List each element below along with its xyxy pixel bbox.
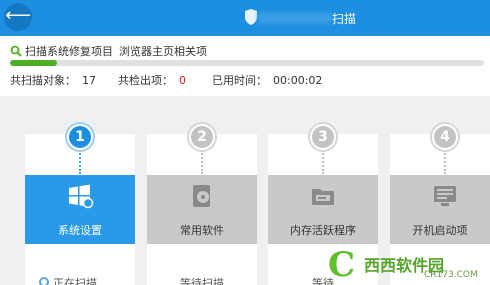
- scan-stats: 共扫描对象： 17 共检出项： 0 已用时间： 00:00:02: [10, 72, 480, 88]
- step-label: 常用软件: [180, 224, 224, 237]
- step-connector: [444, 150, 446, 174]
- step-number-badge: 1: [65, 122, 95, 152]
- stat-label: 共检出项：: [118, 74, 173, 87]
- windows-icon: [69, 184, 94, 209]
- startup-icon: [434, 186, 456, 206]
- scan-item: 浏览器主页相关项: [119, 45, 207, 58]
- blurred-title: [258, 12, 332, 24]
- scan-status-panel: 扫描系统修复项目 浏览器主页相关项 共扫描对象： 17 共检出项： 0 已用时间： 00…: [0, 36, 490, 96]
- stat-value: 17: [82, 74, 96, 87]
- title-bar: ⟵ 扫描: [0, 0, 490, 36]
- step-card-common-software[interactable]: 常用软件 等待扫描: [147, 134, 257, 285]
- step-label: 系统设置: [58, 224, 102, 237]
- back-button[interactable]: ⟵: [4, 3, 32, 31]
- step-number-badge: 2: [187, 122, 217, 152]
- step-number-badge: 4: [430, 122, 460, 152]
- step-card-system-settings[interactable]: 系统设置 正在扫描: [25, 134, 135, 285]
- step-label: 内存活跃程序: [290, 224, 356, 237]
- step-tile: 内存活跃程序: [268, 175, 378, 244]
- stat-elapsed: 已用时间： 00:00:02: [212, 72, 322, 88]
- search-icon: [10, 45, 22, 57]
- scan-current-item: 扫描系统修复项目 浏览器主页相关项: [25, 43, 207, 59]
- watermark-logo-icon: C: [328, 245, 356, 285]
- site-watermark: C 西西软件园 CR173.COM: [328, 248, 488, 284]
- memory-program-icon: [312, 189, 334, 205]
- scan-progress-bar: [10, 60, 484, 66]
- step-number-badge: 3: [308, 122, 338, 152]
- step-connector: [79, 150, 81, 174]
- step-label: 开机启动项: [412, 224, 468, 237]
- step-tile: 常用软件: [147, 175, 257, 244]
- step-connector: [201, 150, 203, 174]
- step-connector: [322, 150, 324, 174]
- scan-label: 扫描系统修复项目: [25, 45, 113, 58]
- progress-fill: [10, 60, 58, 66]
- step-tile: 开机启动项: [390, 175, 490, 244]
- stat-found: 共检出项： 0: [118, 72, 186, 88]
- step-tile: 系统设置: [25, 175, 135, 244]
- stat-label: 共扫描对象：: [10, 74, 76, 87]
- stat-value: 0: [179, 74, 186, 87]
- software-icon: [193, 185, 210, 207]
- shield-icon: [245, 9, 257, 25]
- stat-label: 已用时间：: [212, 74, 267, 87]
- stat-scanned: 共扫描对象： 17: [10, 72, 96, 88]
- step-status: 等待扫描: [180, 277, 224, 285]
- watermark-url: CR173.COM: [424, 270, 478, 280]
- page-title: 扫描: [332, 12, 357, 26]
- back-arrow-icon: ⟵: [5, 5, 31, 26]
- stat-value: 00:00:02: [273, 74, 323, 87]
- step-status: 正在扫描: [53, 277, 97, 285]
